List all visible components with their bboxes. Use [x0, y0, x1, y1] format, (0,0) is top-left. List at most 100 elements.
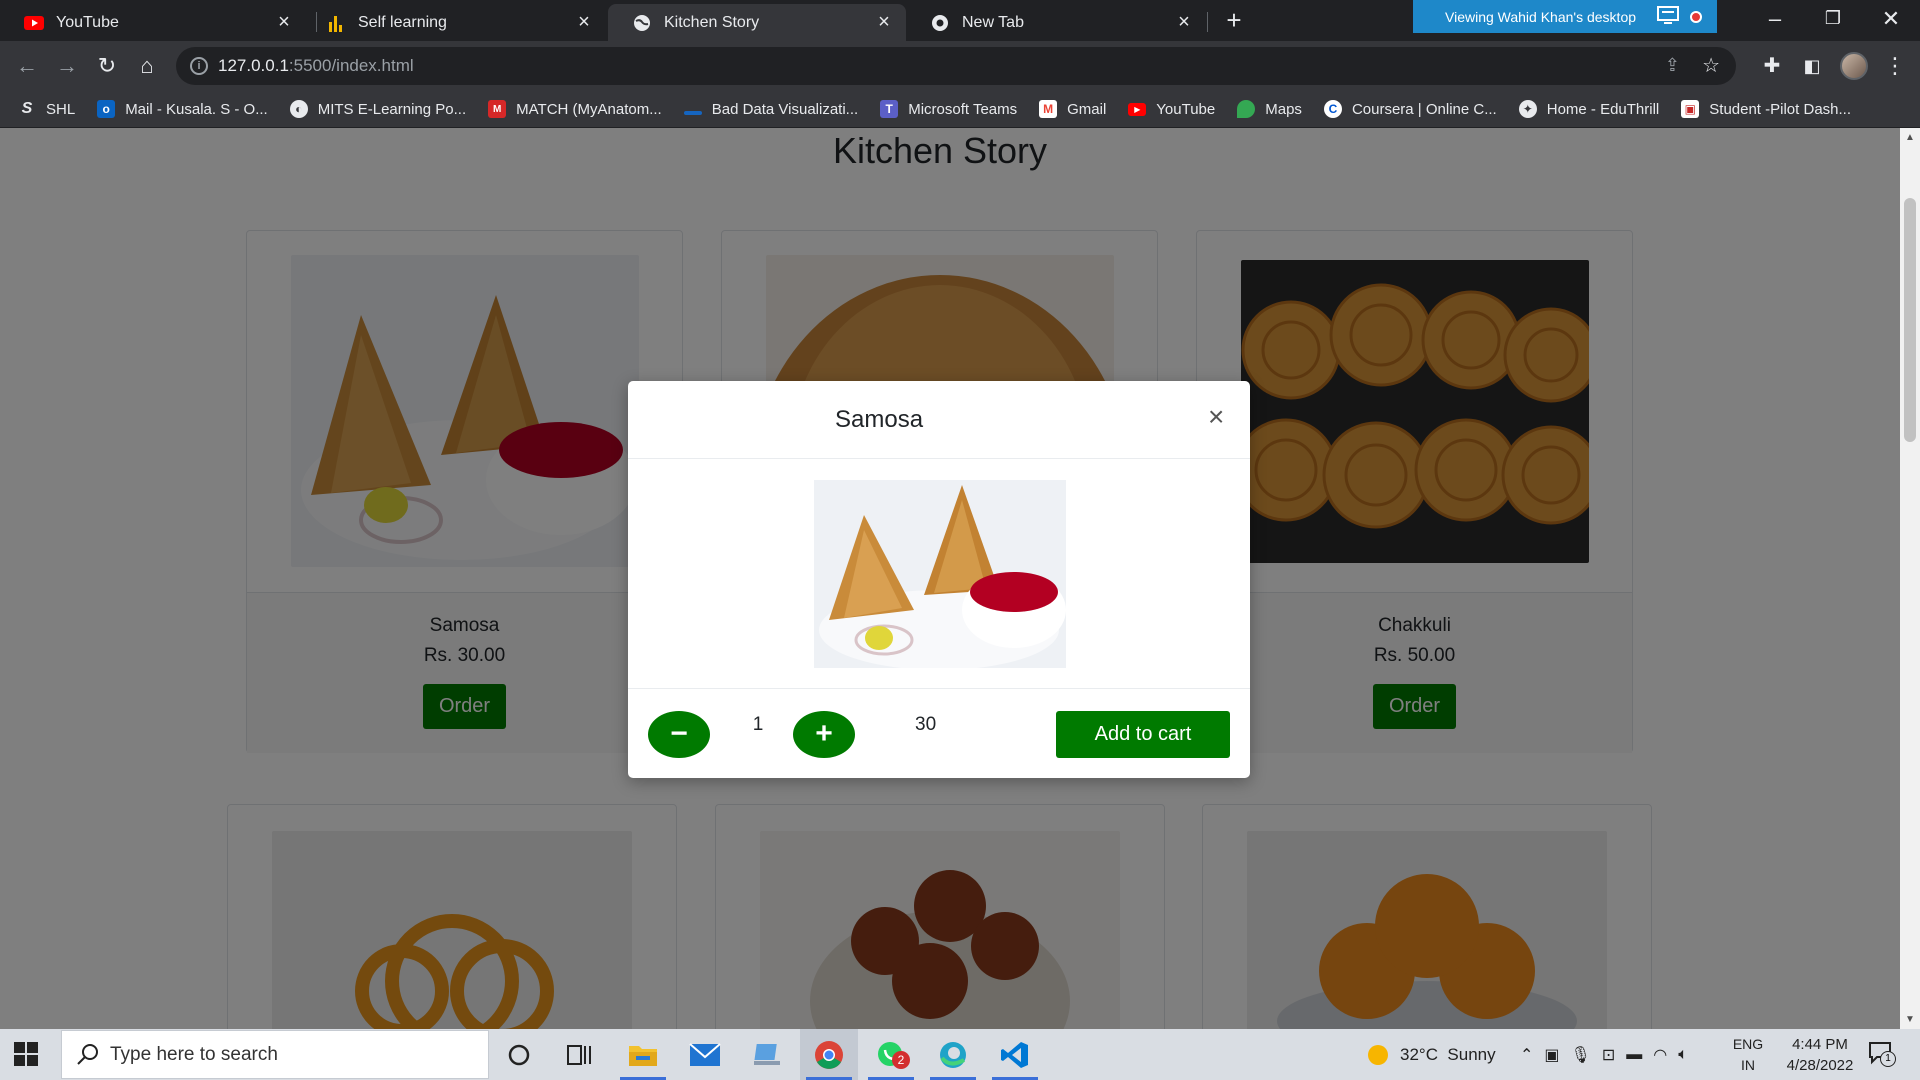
share-icon[interactable]: ⇪ — [1665, 55, 1680, 76]
increase-quantity-button[interactable]: + — [793, 711, 855, 758]
defender-icon[interactable]: ⊡ — [1602, 1045, 1615, 1065]
close-icon[interactable]: × — [874, 12, 894, 32]
bookmark-coursera[interactable]: C Coursera | Online C... — [1323, 100, 1497, 118]
bookmark-match[interactable]: M MATCH (MyAnatom... — [488, 100, 662, 118]
taskbar-clock[interactable]: 4:44 PM 4/28/2022 — [1770, 1034, 1870, 1076]
bookmark-icon — [683, 111, 702, 115]
back-icon[interactable]: ← — [14, 53, 40, 79]
cortana-icon[interactable] — [490, 1029, 548, 1080]
bookmark-youtube[interactable]: ▶ YouTube — [1128, 101, 1215, 118]
bookmark-mail[interactable]: o Mail - Kusala. S - O... — [97, 100, 268, 118]
screen-share-icon[interactable] — [1657, 6, 1681, 29]
vscode-icon[interactable] — [986, 1029, 1044, 1080]
close-icon[interactable]: × — [1208, 403, 1224, 431]
tab-youtube[interactable]: YouTube × — [0, 4, 306, 41]
edge-icon[interactable] — [924, 1029, 982, 1080]
remote-viewing-banner: Viewing Wahid Khan's desktop — [1413, 0, 1717, 33]
bookmark-star-icon[interactable]: ☆ — [1702, 53, 1720, 78]
teams-icon: T — [880, 100, 899, 118]
quantity-value: 1 — [752, 714, 764, 735]
whatsapp-badge: 2 — [892, 1051, 910, 1069]
tab-self-learning[interactable]: Self learning × — [306, 4, 606, 41]
globe-icon — [632, 13, 652, 33]
microphone-icon[interactable]: 🎙︎ — [1571, 1045, 1591, 1065]
extensions-icon[interactable]: ✚ — [1759, 53, 1785, 79]
home-icon[interactable]: ⌂ — [134, 53, 160, 79]
url-path: :5500/index.html — [288, 56, 414, 75]
volume-icon[interactable]: 🔈︎ — [1678, 1046, 1688, 1064]
match-icon: M — [488, 100, 507, 118]
taskbar-search-box[interactable]: Type here to search — [61, 1030, 489, 1079]
laptop-app-icon[interactable] — [738, 1029, 796, 1080]
bookmark-teams[interactable]: T Microsoft Teams — [880, 100, 1017, 118]
sun-icon — [1368, 1044, 1388, 1065]
bookmark-student[interactable]: ▣ Student -Pilot Dash... — [1681, 100, 1851, 118]
bookmark-gmail[interactable]: M Gmail — [1039, 100, 1106, 118]
profile-avatar[interactable] — [1840, 52, 1868, 80]
bookmark-bad-data[interactable]: Bad Data Visualizati... — [683, 101, 858, 118]
tab-title: New Tab — [962, 13, 1024, 31]
menu-icon[interactable]: ⋮ — [1882, 53, 1908, 79]
tab-title: YouTube — [56, 13, 119, 31]
new-tab-button[interactable]: + — [1222, 7, 1246, 33]
chart-icon — [326, 13, 346, 33]
scroll-up-icon[interactable]: ▲ — [1905, 132, 1915, 143]
bookmarks-bar: S SHL o Mail - Kusala. S - O... ◐ MITS E-Le… — [0, 91, 1920, 128]
modal-title: Samosa — [835, 406, 924, 433]
tab-new-tab[interactable]: New Tab × — [906, 4, 1206, 41]
clock-time: 4:44 PM — [1792, 1036, 1848, 1053]
minimize-button[interactable]: – — [1752, 6, 1798, 32]
close-icon[interactable]: × — [1174, 12, 1194, 32]
meet-now-icon[interactable]: ▣ — [1544, 1045, 1559, 1065]
reload-icon[interactable]: ↻ — [94, 53, 120, 79]
forward-icon[interactable]: → — [54, 53, 80, 79]
chrome-icon[interactable] — [800, 1029, 858, 1080]
side-panel-icon[interactable]: ◧ — [1799, 53, 1825, 79]
recording-icon[interactable] — [1690, 11, 1702, 23]
tab-kitchen-story[interactable]: Kitchen Story × — [608, 4, 906, 41]
language-indicator[interactable]: ENG IN — [1730, 1034, 1766, 1076]
clock-date: 4/28/2022 — [1786, 1057, 1854, 1074]
youtube-icon: ▶ — [1128, 102, 1147, 116]
lang-bottom: IN — [1741, 1057, 1755, 1073]
bookmark-mits[interactable]: ◐ MITS E-Learning Po... — [289, 100, 466, 118]
whatsapp-icon[interactable]: 2 — [862, 1029, 920, 1080]
total-price: 30 — [915, 714, 937, 735]
bookmark-shl[interactable]: S SHL — [18, 100, 76, 118]
shl-icon: S — [21, 100, 33, 117]
task-view-icon[interactable] — [551, 1029, 609, 1080]
tab-title: Self learning — [358, 13, 447, 31]
bookmark-maps[interactable]: Maps — [1237, 100, 1302, 118]
order-modal: Samosa × − 1 + 30 Add to cart — [628, 381, 1250, 778]
battery-icon[interactable]: ▬ — [1626, 1046, 1642, 1064]
youtube-icon — [24, 13, 44, 33]
site-info-icon[interactable]: i — [190, 57, 208, 75]
weather-widget[interactable]: 32°C Sunny — [1368, 1029, 1496, 1080]
restore-button[interactable]: ❐ — [1810, 8, 1856, 29]
search-icon — [76, 1043, 100, 1073]
outlook-icon: o — [97, 100, 116, 118]
page-scrollbar[interactable]: ▲ ▼ — [1900, 128, 1920, 1029]
add-to-cart-button[interactable]: Add to cart — [1056, 711, 1230, 758]
close-icon[interactable]: × — [574, 12, 594, 32]
tray-icons: ⌃ ▣ 🎙︎ ⊡ ▬ ◠ 🔈︎ — [1520, 1029, 1688, 1080]
bookmark-eduthrill[interactable]: ✦ Home - EduThrill — [1518, 100, 1659, 118]
decrease-quantity-button[interactable]: − — [648, 711, 710, 758]
wifi-icon[interactable]: ◠ — [1653, 1045, 1667, 1065]
browser-tab-strip: YouTube × Self learning × Kitchen Story … — [0, 0, 1920, 41]
scroll-down-icon[interactable]: ▼ — [1905, 1014, 1915, 1025]
notification-count: 1 — [1880, 1051, 1896, 1067]
file-explorer-icon[interactable] — [614, 1029, 672, 1080]
chrome-icon — [930, 13, 950, 33]
lang-top: ENG — [1732, 1036, 1764, 1052]
address-bar[interactable]: i 127.0.0.1:5500/index.html ⇪ ☆ — [176, 47, 1736, 85]
url-host: 127.0.0.1 — [218, 56, 289, 75]
chevron-up-icon[interactable]: ⌃ — [1520, 1045, 1533, 1065]
notification-icon[interactable]: 1 — [1868, 1041, 1896, 1067]
mail-icon[interactable] — [676, 1029, 734, 1080]
scrollbar-thumb[interactable] — [1904, 198, 1916, 442]
windows-start-icon[interactable] — [14, 1042, 38, 1066]
tab-title: Kitchen Story — [664, 13, 760, 31]
close-icon[interactable]: × — [274, 12, 294, 32]
close-window-button[interactable]: ✕ — [1868, 6, 1914, 32]
